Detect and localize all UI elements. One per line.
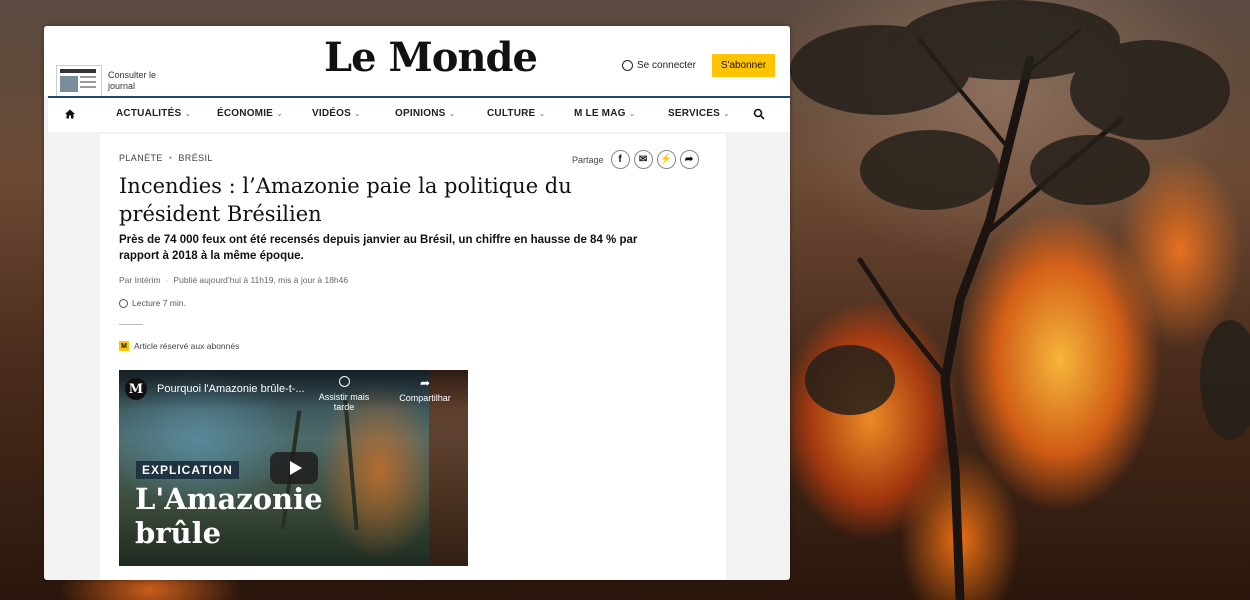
video-tag: EXPLICATION — [136, 461, 239, 479]
share-label: Partage — [572, 154, 604, 165]
site-logo[interactable]: Le Monde — [324, 34, 538, 81]
share-arrow-icon[interactable]: ➦ — [679, 150, 699, 169]
search-icon[interactable] — [753, 108, 765, 120]
play-button[interactable] — [270, 452, 318, 484]
nav-item-m-le-mag[interactable]: M le mag ⌄ — [574, 108, 636, 119]
breadcrumb-bresil[interactable]: Brésil — [178, 153, 212, 163]
nav-item-videos[interactable]: Vidéos ⌄ — [312, 108, 361, 119]
nav-item-services[interactable]: Services ⌄ — [668, 108, 730, 119]
video-share-button[interactable]: ➦ Compartilhar — [395, 376, 455, 403]
messenger-icon[interactable]: ⚡ — [656, 150, 676, 169]
chevron-down-icon: ⌄ — [723, 109, 730, 118]
article-author[interactable]: Par Intérim — [119, 275, 161, 285]
share-arrow-icon: ➦ — [419, 376, 431, 390]
article-lede: Près de 74 000 feux ont été recensés dep… — [119, 234, 638, 262]
nav-item-culture[interactable]: Culture ⌄ — [487, 108, 545, 119]
login-link[interactable]: Se connecter — [622, 60, 696, 71]
share-bar: Partage f ✉ ⚡ ➦ — [572, 150, 699, 169]
divider — [119, 324, 143, 325]
subscriber-only-label: Article réservé aux abonnés — [134, 341, 240, 351]
site-header: Consulter le journal Le Monde Se connect… — [44, 26, 790, 99]
article-container: Planète • Brésil Partage f ✉ ⚡ ➦ Incendies… — [100, 134, 726, 580]
home-icon[interactable] — [64, 108, 76, 120]
newspaper-thumbnail[interactable] — [56, 65, 102, 99]
play-icon — [289, 461, 302, 475]
article-date: Publié aujourd’hui à 11h19, mis à jour à… — [173, 275, 349, 285]
clock-icon — [338, 376, 350, 387]
watch-later-button[interactable]: Assistir mais tarde — [309, 376, 379, 412]
subscribe-button[interactable]: S'abonner — [712, 54, 775, 77]
video-title[interactable]: Pourquoi l'Amazonie brûle-t-... — [157, 383, 305, 395]
video-player[interactable]: M Pourquoi l'Amazonie brûle-t-... Assist… — [119, 370, 468, 566]
reading-time: Lecture 7 min. — [119, 298, 186, 308]
chevron-down-icon: ⌄ — [354, 109, 361, 118]
email-icon[interactable]: ✉ — [633, 150, 653, 169]
facebook-icon[interactable]: f — [610, 150, 630, 169]
nav-item-actualites[interactable]: Actualités ⌄ — [116, 108, 191, 119]
breadcrumb: Planète • Brésil — [119, 153, 213, 163]
nav-item-opinions[interactable]: Opinions ⌄ — [395, 108, 455, 119]
chevron-down-icon: ⌄ — [538, 109, 546, 118]
article-title: Incendies : l’Amazonie paie la politique… — [119, 174, 572, 226]
clock-icon — [119, 298, 128, 308]
subscriber-only-notice: M Article réservé aux abonnés — [119, 341, 239, 351]
login-label: Se connecter — [637, 60, 696, 71]
chevron-down-icon: ⌄ — [276, 109, 283, 118]
browser-page: Consulter le journal Le Monde Se connect… — [44, 26, 790, 580]
m-badge-icon: M — [119, 341, 129, 351]
chevron-down-icon: ⌄ — [448, 109, 456, 118]
consult-newspaper-link[interactable]: Consulter le journal — [108, 70, 168, 92]
nav-item-economie[interactable]: Économie ⌄ — [217, 108, 283, 119]
channel-avatar[interactable]: M — [125, 378, 147, 400]
chevron-down-icon: ⌄ — [628, 109, 636, 118]
video-headline: L'Amazonie brûle — [135, 482, 323, 550]
article-meta: Par Intérim · Publié aujourd’hui à 11h19, … — [119, 275, 349, 285]
chevron-down-icon: ⌄ — [184, 109, 192, 118]
main-nav: Actualités ⌄ Économie ⌄ Vidéos ⌄ Opinions ⌄ … — [48, 96, 790, 132]
breadcrumb-planete[interactable]: Planète — [119, 153, 163, 163]
reading-time-label: Lecture 7 min. — [132, 298, 186, 308]
user-icon — [622, 60, 633, 71]
